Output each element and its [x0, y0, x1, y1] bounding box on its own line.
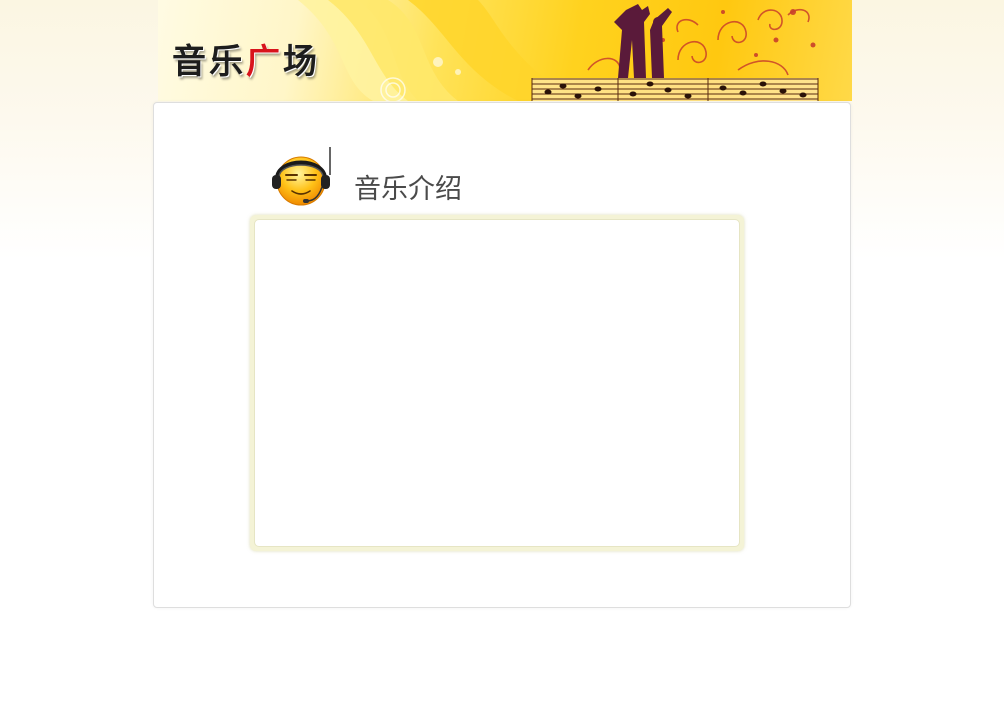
logo-char: 乐 — [209, 42, 246, 82]
header-banner: 音乐广场 — [158, 0, 852, 101]
section-title: 音乐介绍 — [354, 174, 462, 205]
logo-char: 音 — [172, 42, 209, 82]
headphone-smiley-icon — [272, 147, 331, 206]
logo-char: 场 — [283, 42, 320, 82]
intro-content-frame — [250, 215, 744, 551]
main-card: 音乐介绍 — [153, 102, 851, 608]
logo-char-highlight: 广 — [246, 42, 283, 82]
intro-content-area — [254, 219, 740, 547]
site-logo: 音乐广场 — [172, 34, 320, 83]
